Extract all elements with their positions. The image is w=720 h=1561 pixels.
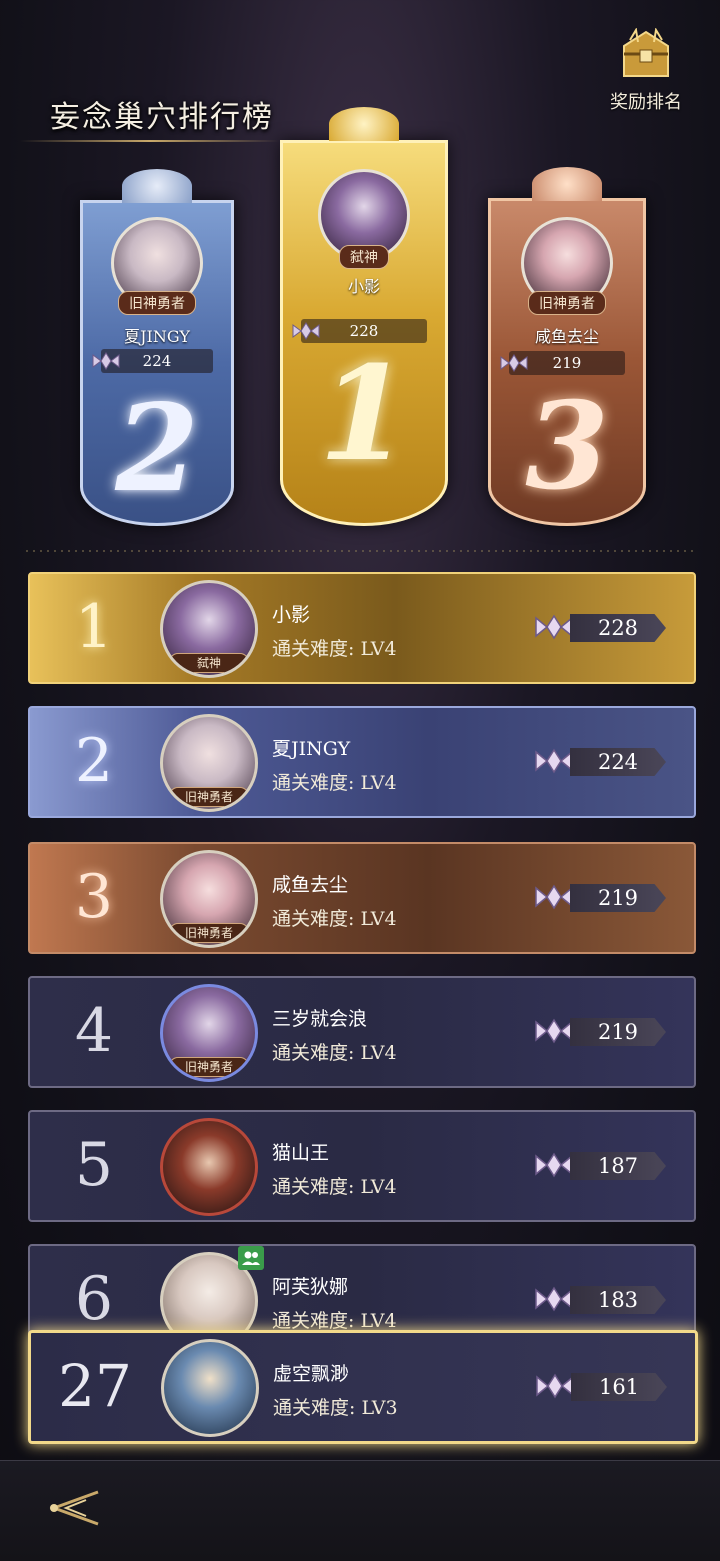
friend-icon (238, 1246, 264, 1270)
score-value: 219 (552, 354, 582, 372)
title-tag: 弑神 (169, 653, 249, 673)
winged-emblem-icon (535, 1018, 573, 1044)
page-title: 妄念巢穴排行榜 (50, 100, 274, 135)
back-arrow-icon[interactable] (36, 1478, 106, 1538)
score-value: 219 (570, 1018, 666, 1046)
leaderboard-row[interactable]: 5 猫山王 通关难度: LV4 187 (28, 1110, 696, 1222)
avatar: 旧神勇者 (160, 850, 258, 948)
player-name: 咸鱼去尘 (534, 327, 599, 346)
rank-number: 2 (74, 726, 114, 796)
avatar: 弑神 (160, 580, 258, 678)
rank-number: 3 (74, 862, 114, 932)
player-name: 虚空飘渺 (273, 1363, 350, 1385)
score-value: 161 (571, 1373, 667, 1401)
player-name: 小影 (347, 277, 380, 296)
leaderboard-row[interactable]: 4 旧神勇者 三岁就会浪 通关难度: LV4 219 (28, 976, 696, 1088)
rank-number: 2 (115, 378, 199, 519)
reward-ranking-label: 奖励排名 (610, 92, 682, 113)
score-value: 183 (570, 1286, 666, 1314)
difficulty-text: 通关难度: LV4 (272, 908, 397, 930)
title-tag: 旧神勇者 (169, 923, 249, 943)
score-value: 187 (570, 1152, 666, 1180)
winged-emblem-icon (535, 884, 573, 910)
avatar (161, 1339, 259, 1437)
player-name: 阿芙狄娜 (272, 1276, 349, 1298)
podium-first[interactable]: 弑神 小影 228 1 (280, 107, 448, 526)
reward-ranking-button[interactable]: 奖励排名 (600, 27, 692, 118)
title-tag: 弑神 (339, 245, 389, 269)
difficulty-text: 通关难度: LV4 (272, 1310, 397, 1332)
title-tag: 旧神勇者 (169, 787, 249, 807)
winged-emblem-icon (92, 352, 120, 370)
difficulty-text: 通关难度: LV4 (272, 638, 397, 660)
rank-number: 1 (318, 337, 410, 490)
section-divider (26, 550, 694, 552)
difficulty-text: 通关难度: LV3 (273, 1397, 398, 1419)
title-tag: 旧神勇者 (169, 1057, 249, 1077)
my-rank-row[interactable]: 27 虚空飘渺 通关难度: LV3 161 (28, 1330, 698, 1444)
avatar (160, 1118, 258, 1216)
player-name: 猫山王 (272, 1142, 330, 1164)
score-bar: 219 (500, 351, 625, 375)
leaderboard-row[interactable]: 3 旧神勇者 咸鱼去尘 通关难度: LV4 219 (28, 842, 696, 954)
difficulty-text: 通关难度: LV4 (272, 1176, 397, 1198)
winged-emblem-icon (500, 354, 528, 372)
winged-emblem-icon (535, 1152, 573, 1178)
difficulty-text: 通关难度: LV4 (272, 1042, 397, 1064)
rank-number: 4 (74, 996, 114, 1066)
podium-second[interactable]: 旧神勇者 夏JINGY 224 2 (80, 169, 234, 526)
title-divider (20, 140, 280, 142)
rank-number: 27 (58, 1352, 132, 1420)
score-value: 219 (570, 884, 666, 912)
title-tag: 旧神勇者 (528, 291, 606, 315)
player-name: 夏JINGY (124, 327, 190, 346)
gold-crest-icon (329, 107, 399, 141)
title-tag: 旧神勇者 (118, 291, 196, 315)
score-bar: 224 (92, 349, 213, 373)
avatar: 旧神勇者 (160, 714, 258, 812)
leaderboard-row[interactable]: 2 旧神勇者 夏JINGY 通关难度: LV4 224 (28, 706, 696, 818)
player-name: 小影 (272, 604, 311, 626)
rank-number: 5 (74, 1130, 114, 1200)
rank-number: 1 (74, 592, 114, 662)
score-value: 224 (142, 352, 172, 370)
silver-crest-icon (122, 169, 192, 203)
player-name: 三岁就会浪 (272, 1008, 368, 1030)
winged-emblem-icon (535, 1286, 573, 1312)
winged-emblem-icon (535, 614, 573, 640)
bottom-bar (0, 1460, 720, 1561)
podium-third[interactable]: 旧神勇者 咸鱼去尘 219 3 (488, 167, 646, 526)
score-value: 224 (570, 748, 666, 776)
bronze-crest-icon (532, 167, 602, 201)
leaderboard-row[interactable]: 1 弑神 小影 通关难度: LV4 228 (28, 572, 696, 684)
winged-emblem-icon (536, 1373, 574, 1399)
difficulty-text: 通关难度: LV4 (272, 772, 397, 794)
winged-emblem-icon (292, 322, 320, 340)
rank-number: 3 (525, 376, 609, 517)
winged-emblem-icon (535, 748, 573, 774)
score-value: 228 (570, 614, 666, 642)
player-name: 夏JINGY (272, 738, 351, 760)
player-name: 咸鱼去尘 (272, 874, 349, 896)
avatar: 旧神勇者 (160, 984, 258, 1082)
treasure-chest-icon (623, 27, 669, 77)
